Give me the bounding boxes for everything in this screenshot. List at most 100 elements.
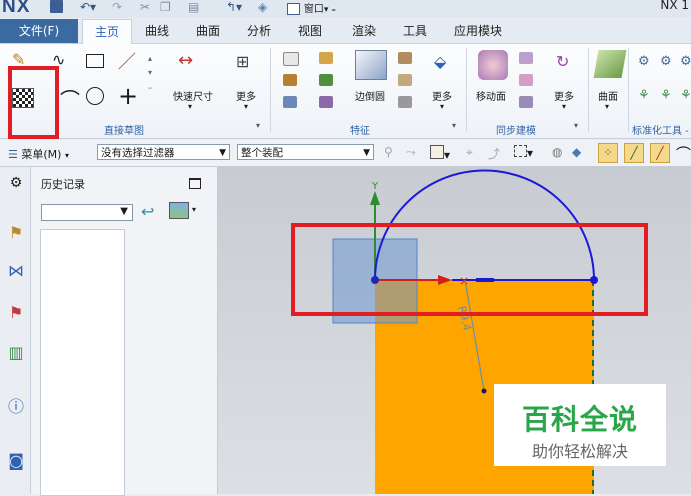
tab-curve[interactable]: 曲线 <box>142 19 172 43</box>
snap-point-icon[interactable]: ▾ <box>430 145 450 162</box>
group-menu-icon[interactable]: ▾ <box>256 121 260 130</box>
surface-icon[interactable] <box>593 50 627 78</box>
block-icon[interactable] <box>283 74 297 86</box>
constraint-navigator-icon[interactable]: ⋈ <box>6 261 26 281</box>
pattern-icon[interactable] <box>398 96 412 108</box>
point-icon[interactable]: + <box>118 82 138 110</box>
group-menu-icon[interactable]: ▾ <box>574 121 578 130</box>
hole-icon[interactable] <box>319 74 333 86</box>
delete-face-icon[interactable] <box>519 96 533 108</box>
watermark-subtitle: 助你轻松解决 <box>531 442 628 461</box>
undo-icon[interactable]: ↶▾ <box>80 0 96 16</box>
select-feature-icon[interactable]: ⚲ <box>384 145 393 159</box>
edge-blend-icon[interactable] <box>355 50 387 80</box>
arc-icon[interactable]: ⌒ <box>60 84 80 113</box>
feature-more-label[interactable]: 更多 <box>432 88 452 103</box>
line-icon[interactable]: ／ <box>118 48 136 74</box>
move-face-label[interactable]: 移动面 <box>476 88 506 103</box>
feature-more-icon[interactable]: ⬙ <box>434 52 446 71</box>
image-view-icon[interactable] <box>169 202 189 219</box>
unite-icon[interactable] <box>283 96 297 108</box>
menu-button[interactable]: ☰ 菜单(M) ▾ <box>8 146 69 162</box>
chevron-down-icon[interactable]: ▾ <box>192 205 196 214</box>
select-solid-icon[interactable]: ◆ <box>572 145 581 159</box>
snap-midpoint-icon[interactable]: ╱ <box>624 143 644 163</box>
settings-icon[interactable]: ⚙ <box>6 173 26 193</box>
maximize-panel-icon[interactable] <box>189 178 201 189</box>
quick-dimension-icon[interactable]: ↔ <box>178 50 193 71</box>
sync-more-icon[interactable]: ↻ <box>556 52 569 71</box>
quick-dimension-label[interactable]: 快速尺寸 <box>173 88 213 103</box>
cut-icon[interactable]: ✂ <box>140 0 150 16</box>
offset-region-icon[interactable] <box>519 74 533 86</box>
tab-view[interactable]: 视图 <box>295 19 325 43</box>
redo-icon[interactable]: ↷ <box>112 0 122 16</box>
chevron-down-icon[interactable]: ▾ <box>605 102 609 111</box>
fastener-icon[interactable]: ⚙ <box>638 54 650 69</box>
chevron-down-icon[interactable]: ▾ <box>562 102 566 111</box>
shaft-icon[interactable]: ⚘ <box>680 88 691 103</box>
snap-arc-icon[interactable]: ⌒ <box>676 143 691 164</box>
history-filter-select[interactable]: ▼ <box>41 204 133 221</box>
reuse-library-icon[interactable]: ⚙ <box>660 54 672 69</box>
extrude-icon[interactable] <box>319 52 333 64</box>
type-filter-dropdown[interactable]: 没有选择过滤器 ▼ <box>97 144 230 160</box>
reuse-library-icon[interactable]: ▥ <box>6 343 26 363</box>
tab-surface[interactable]: 曲面 <box>193 19 223 43</box>
history-panel: 历史记录 ▼ ↩ ▾ <box>31 167 218 496</box>
bearing-icon[interactable]: ⚘ <box>660 88 672 103</box>
gear-icon[interactable]: ⚙ <box>680 54 691 69</box>
tab-render[interactable]: 渲染 <box>349 19 379 43</box>
tab-file[interactable]: 文件(F) <box>0 19 78 43</box>
back-arrow-icon[interactable]: ↩ <box>141 202 154 221</box>
copy-icon[interactable]: ❐ <box>160 0 171 16</box>
y-axis-arrow <box>370 191 380 205</box>
touch-mode-icon[interactable]: ◈ <box>258 0 267 16</box>
rectangle-select-icon[interactable]: ▾ <box>514 145 533 160</box>
chamfer-icon[interactable] <box>398 52 412 64</box>
history-icon[interactable]: ◙ <box>6 451 26 471</box>
select-curve-icon[interactable]: ⤳ <box>406 145 416 160</box>
chevron-down-icon[interactable]: ▾ <box>244 102 248 111</box>
spring-icon[interactable]: ⚘ <box>638 88 650 103</box>
snap-endpoint-icon[interactable]: ⁘ <box>598 143 618 163</box>
paste-icon[interactable]: ▤ <box>188 0 199 16</box>
sketch-more-icon[interactable]: ⊞ <box>236 52 249 71</box>
chevron-down-icon[interactable]: ▾ <box>188 102 192 111</box>
circle-icon[interactable] <box>86 87 104 105</box>
web-browser-icon[interactable]: ⓘ <box>6 397 26 417</box>
dimension-leader-point <box>481 388 487 394</box>
group-direct-sketch: 直接草图 <box>104 126 144 137</box>
tab-home[interactable]: 主页 <box>82 19 133 45</box>
group-feature: 特征 <box>350 126 370 137</box>
move-face-icon[interactable] <box>478 50 508 80</box>
datum-plane-icon[interactable] <box>283 52 299 66</box>
app-title: NX 1 <box>660 0 689 12</box>
tab-analysis[interactable]: 分析 <box>244 19 274 43</box>
window-menu[interactable]: 窗口▾ ₌ <box>287 0 336 16</box>
rectangle-icon[interactable] <box>86 54 104 68</box>
part-navigator-icon[interactable]: ⚑ <box>6 303 26 323</box>
sketch-more-label[interactable]: 更多 <box>236 88 256 103</box>
sync-more-label[interactable]: 更多 <box>554 88 574 103</box>
shell-icon[interactable] <box>319 96 333 108</box>
chevron-down-icon[interactable]: ▾ <box>440 102 444 111</box>
snap-line-icon[interactable]: ╱ <box>650 143 670 163</box>
highlight-finish-sketch <box>8 66 59 139</box>
quick-pick-icon[interactable]: ⌖ <box>466 145 473 160</box>
group-menu-icon[interactable]: ▾ <box>452 121 456 130</box>
repeat-command-icon[interactable]: ↰▾ <box>226 0 242 16</box>
select-body-icon[interactable]: ◍ <box>552 145 562 159</box>
gallery-scroll-icon[interactable]: ▴ ▾ ₌ <box>148 52 152 94</box>
select-curve-rule-icon[interactable]: ⤴ <box>488 145 500 162</box>
assembly-navigator-icon[interactable]: ⚑ <box>6 223 26 243</box>
draft-icon[interactable] <box>398 74 412 86</box>
save-icon[interactable] <box>50 0 63 13</box>
edge-blend-label[interactable]: 边倒圆 <box>355 88 385 103</box>
surface-label[interactable]: 曲面 <box>598 88 618 103</box>
selection-scope-dropdown[interactable]: 整个装配 ▼ <box>237 144 374 160</box>
tab-tools[interactable]: 工具 <box>400 19 430 43</box>
tab-app-modules[interactable]: 应用模块 <box>451 19 505 43</box>
pull-face-icon[interactable] <box>519 52 533 64</box>
history-list[interactable] <box>40 229 125 496</box>
